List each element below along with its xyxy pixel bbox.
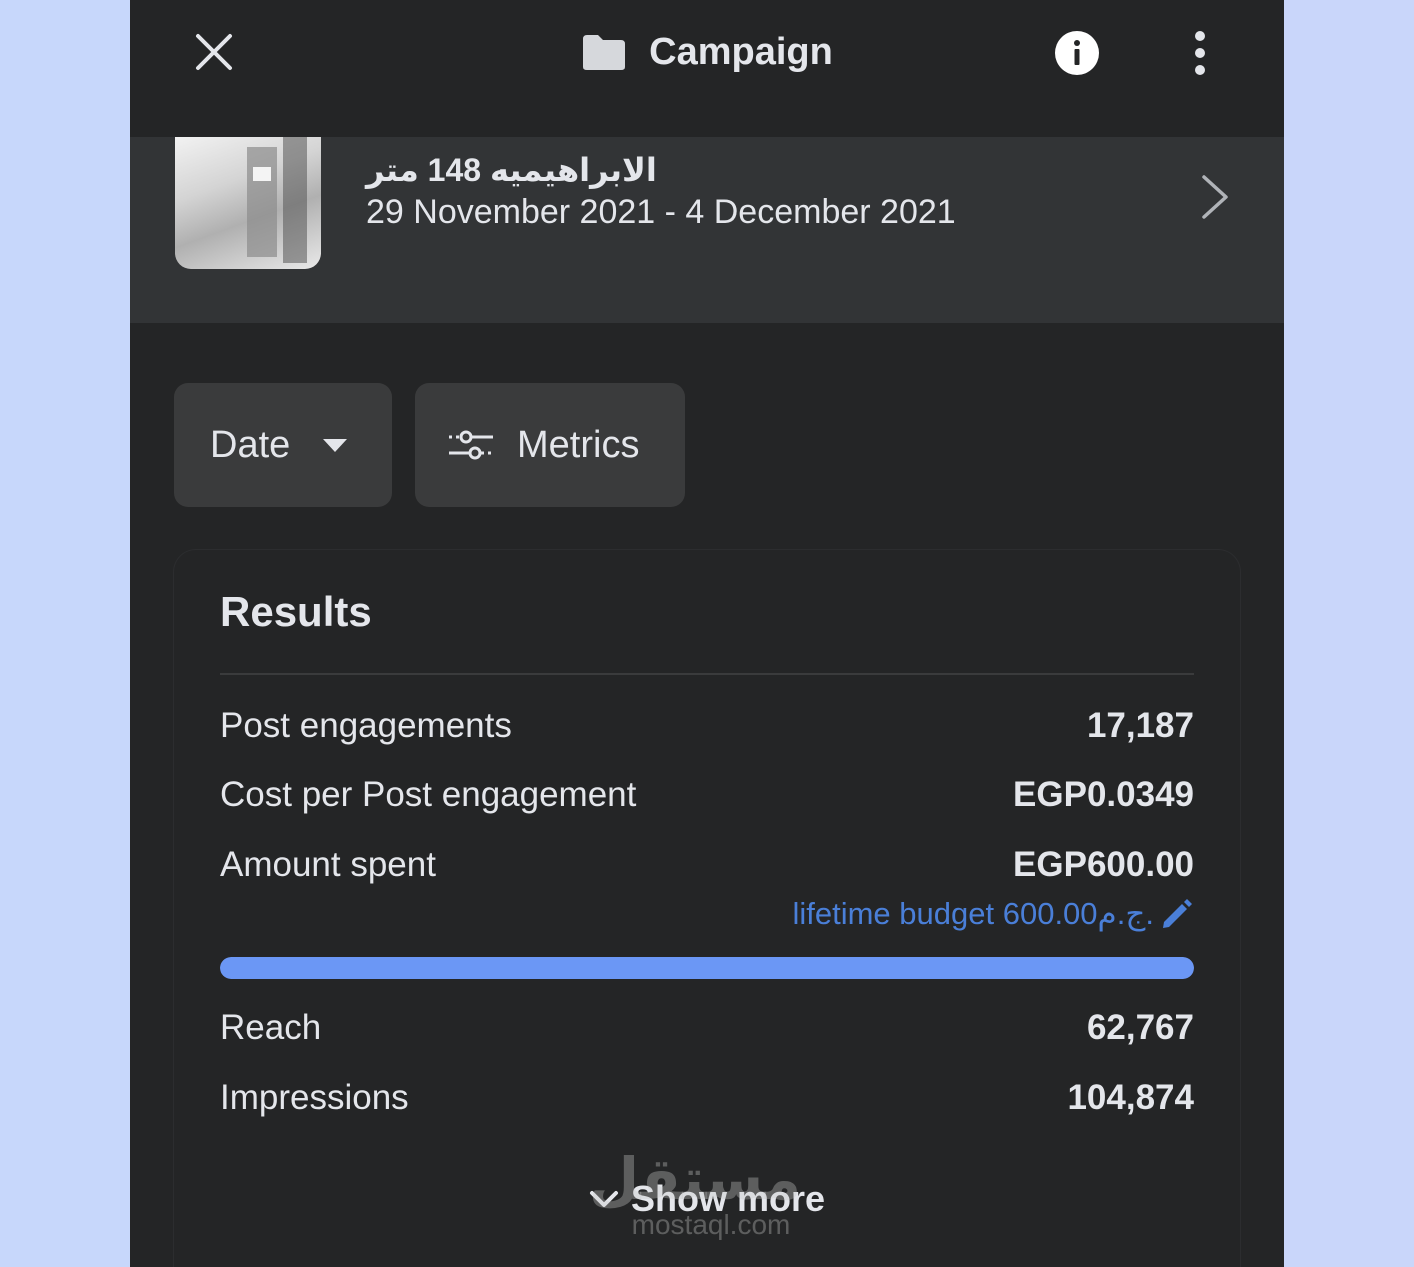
metric-row-impressions: Impressions 104,874 bbox=[220, 1078, 1194, 1118]
metric-row-reach: Reach 62,767 bbox=[220, 1008, 1194, 1048]
metric-value: EGP600.00 bbox=[1013, 845, 1194, 884]
metric-label: Impressions bbox=[220, 1078, 409, 1117]
campaign-name: الابراهيميه 148 متر bbox=[366, 152, 657, 188]
budget-progress-fill bbox=[220, 957, 1194, 979]
lifetime-budget-text: lifetime budget 600.00ج.م. bbox=[792, 896, 1154, 931]
watermark-logo: مستقل bbox=[588, 1147, 801, 1212]
lifetime-budget-link[interactable]: lifetime budget 600.00ج.م. bbox=[792, 896, 1194, 932]
budget-progress-bar bbox=[220, 957, 1194, 979]
more-vertical-icon[interactable] bbox=[1180, 30, 1220, 76]
metric-row-amount-spent: Amount spent EGP600.00 bbox=[220, 845, 1194, 885]
metric-label: Reach bbox=[220, 1008, 322, 1047]
metric-value: EGP0.0349 bbox=[1013, 775, 1194, 814]
metric-label: Post engagements bbox=[220, 706, 512, 745]
metric-value: 17,187 bbox=[1086, 706, 1194, 745]
metric-label: Amount spent bbox=[220, 845, 436, 884]
metric-row-post-engagements: Post engagements 17,187 bbox=[220, 706, 1194, 746]
watermark-url: mostaql.com bbox=[631, 1209, 791, 1240]
metric-row-cost-per-engagement: Cost per Post engagement EGP0.0349 bbox=[220, 775, 1194, 815]
results-title: Results bbox=[220, 588, 372, 635]
app-screen: Campaign الابراهيميه 148 متر 29 November… bbox=[130, 0, 1284, 1267]
campaign-row[interactable]: الابراهيميه 148 متر 29 November 2021 - 4… bbox=[130, 137, 1284, 323]
caret-down-icon bbox=[323, 439, 348, 452]
divider bbox=[220, 673, 1194, 675]
info-icon[interactable] bbox=[1054, 30, 1100, 76]
top-bar: Campaign bbox=[130, 0, 1284, 137]
metric-value: 62,767 bbox=[1086, 1008, 1194, 1047]
metric-value: 104,874 bbox=[1067, 1078, 1194, 1117]
sliders-icon bbox=[449, 430, 493, 460]
date-filter-label: Date bbox=[210, 423, 291, 466]
page-title: Campaign bbox=[649, 30, 833, 73]
campaign-thumbnail bbox=[175, 137, 321, 269]
date-filter-button[interactable]: Date bbox=[174, 383, 392, 507]
chevron-right-icon[interactable] bbox=[1198, 173, 1232, 221]
title-group: Campaign bbox=[130, 28, 1284, 76]
metrics-label: Metrics bbox=[517, 423, 640, 466]
campaign-dates: 29 November 2021 - 4 December 2021 bbox=[366, 193, 956, 231]
watermark: مستقل mostaql.com bbox=[588, 1147, 801, 1250]
metric-label: Cost per Post engagement bbox=[220, 775, 637, 814]
pencil-icon bbox=[1163, 899, 1192, 928]
metrics-button[interactable]: Metrics bbox=[415, 383, 685, 507]
folder-icon bbox=[583, 35, 626, 70]
